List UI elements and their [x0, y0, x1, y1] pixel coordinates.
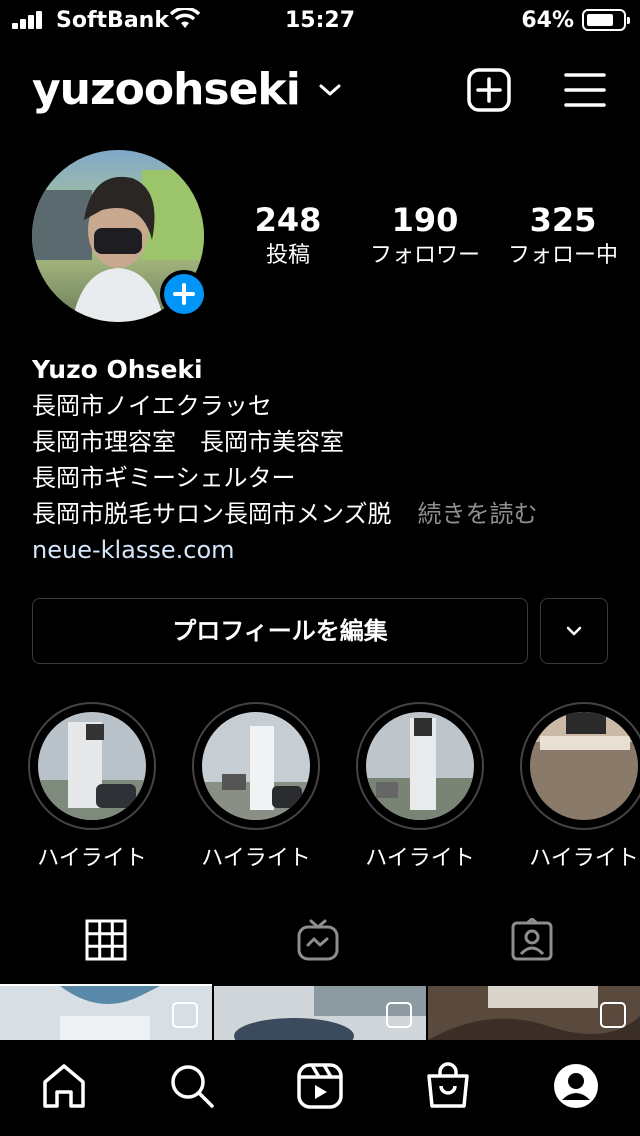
highlight-label: ハイライト	[201, 846, 311, 871]
home-icon[interactable]	[40, 1062, 88, 1110]
stat-posts[interactable]: 248 投稿	[218, 200, 358, 272]
stat-posts-label: 投稿	[265, 243, 310, 268]
highlight-label: ハイライト	[365, 846, 475, 871]
highlight-item[interactable]: ハイライト	[188, 702, 324, 872]
profile-icon[interactable]	[552, 1062, 600, 1110]
chevron-down-icon	[566, 626, 582, 636]
highlight-thumbnail	[530, 712, 638, 820]
highlight-thumbnail	[38, 712, 146, 820]
highlight-thumbnail	[202, 712, 310, 820]
bio: Yuzo Ohseki 長岡市ノイエクラッセ 長岡市理容室 長岡市美容室 長岡市…	[32, 352, 632, 568]
carousel-icon	[600, 1002, 626, 1028]
stat-following[interactable]: 325 フォロー中	[493, 200, 633, 272]
bio-line-last: 長岡市脱毛サロン長岡市メンズ脱 続きを読む	[32, 496, 632, 532]
read-more-link[interactable]: 続きを読む	[418, 500, 538, 528]
highlight-label: ハイライト	[37, 846, 147, 871]
post-thumbnail[interactable]	[0, 986, 212, 1040]
highlight-label: ハイライト	[529, 846, 639, 871]
suggestions-toggle-button[interactable]	[540, 598, 608, 664]
stat-followers-label: フォロワー	[369, 243, 480, 268]
profile-name: Yuzo Ohseki	[32, 355, 203, 384]
igtv-icon[interactable]	[296, 918, 340, 962]
highlight-item[interactable]: ハイライト	[352, 702, 488, 872]
bio-line: 長岡市ノイエクラッセ	[32, 392, 272, 420]
stat-following-label: フォロー中	[507, 243, 618, 268]
shop-icon[interactable]	[424, 1062, 472, 1110]
bio-line: 長岡市理容室 長岡市美容室	[32, 428, 344, 456]
stat-followers-count: 190	[391, 201, 459, 239]
highlight-thumbnail	[366, 712, 474, 820]
stat-posts-count: 248	[254, 201, 322, 239]
post-thumbnail[interactable]	[428, 986, 640, 1040]
bio-line: 長岡市ギミーシェルター	[32, 464, 296, 492]
battery-percent: 64%	[521, 8, 574, 33]
grid-icon[interactable]	[84, 918, 128, 962]
post-thumbnail[interactable]	[214, 986, 426, 1040]
website-link[interactable]: neue-klasse.com	[32, 532, 632, 568]
carousel-icon	[386, 1002, 412, 1028]
reels-icon[interactable]	[296, 1062, 344, 1110]
chevron-down-icon[interactable]	[318, 82, 342, 98]
username-title[interactable]: yuzoohseki	[32, 64, 301, 115]
stat-following-count: 325	[529, 201, 597, 239]
carousel-icon	[172, 1002, 198, 1028]
bio-line: 長岡市脱毛サロン長岡市メンズ脱	[32, 500, 392, 528]
search-icon[interactable]	[168, 1062, 216, 1110]
highlight-item[interactable]: ハイライト	[516, 702, 640, 872]
add-story-button[interactable]	[160, 270, 208, 318]
menu-icon[interactable]	[562, 67, 608, 113]
highlight-item[interactable]: ハイライト	[24, 702, 160, 872]
battery-icon	[582, 9, 630, 31]
stat-followers[interactable]: 190 フォロワー	[355, 200, 495, 272]
status-bar: SoftBank 15:27 64%	[0, 0, 640, 40]
new-post-icon[interactable]	[466, 67, 512, 113]
edit-profile-button[interactable]: プロフィールを編集	[32, 598, 528, 664]
tagged-icon[interactable]	[510, 918, 554, 962]
